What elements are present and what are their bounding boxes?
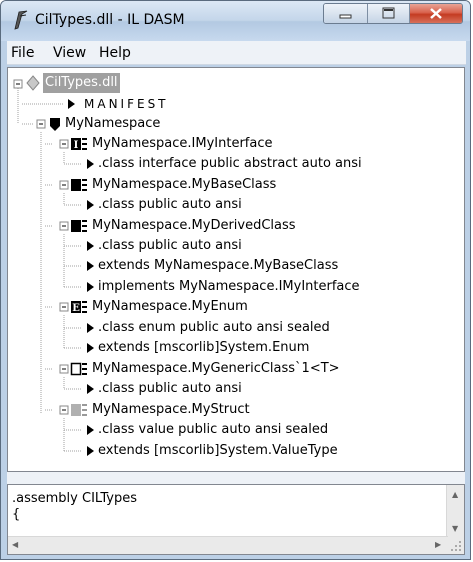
pane-splitter[interactable]	[7, 472, 465, 484]
manifest-label: MANIFEST	[84, 97, 169, 111]
manifest-arrow-icon	[68, 99, 75, 109]
menu-bar: File View Help	[7, 41, 466, 65]
type-label: MyNamespace.MyDerivedClass	[92, 218, 296, 233]
close-button[interactable]	[410, 4, 462, 23]
menu-view[interactable]: View	[53, 45, 86, 61]
member-label: .class value public auto ansi sealed	[98, 422, 329, 437]
namespace-shield-icon	[50, 118, 60, 131]
member-label: .class enum public auto ansi sealed	[98, 320, 330, 335]
window-title: CilTypes.dll - IL DASM	[35, 12, 185, 28]
member-arrow-icon	[87, 384, 94, 394]
member-arrow-icon	[87, 282, 94, 292]
member-arrow-icon	[87, 446, 94, 456]
type-label: MyNamespace.IMyInterface	[92, 136, 273, 151]
member-label: .class public auto ansi	[98, 238, 242, 253]
type-label: MyNamespace.MyBaseClass	[92, 177, 277, 192]
type-label: MyNamespace.MyStruct	[92, 402, 250, 417]
member-arrow-icon	[87, 200, 94, 210]
class-icon	[71, 179, 87, 191]
resize-grip-icon[interactable]	[447, 537, 464, 554]
minimize-icon	[339, 14, 352, 19]
grip-dots-icon	[451, 541, 461, 551]
tree-view[interactable]: CilTypes.dll MANIFEST MyNamespace I MyNa…	[7, 67, 465, 472]
code-line: .assembly CILTypes	[12, 491, 137, 506]
ildasm-window: CilTypes.dll - IL DASM File View Help Ci…	[0, 0, 471, 560]
svg-text:E: E	[72, 303, 80, 314]
menu-help[interactable]: Help	[99, 45, 131, 61]
scroll-left-arrow-icon[interactable]: ◀	[12, 541, 18, 549]
member-arrow-icon	[87, 261, 94, 271]
member-arrow-icon	[87, 159, 94, 169]
enum-icon: E	[71, 301, 87, 314]
member-label: .class public auto ansi	[98, 381, 242, 396]
member-label: extends [mscorlib]System.Enum	[98, 340, 310, 355]
member-label: implements MyNamespace.IMyInterface	[98, 279, 360, 294]
scroll-up-arrow-icon[interactable]: ▲	[452, 491, 458, 499]
code-line: {	[12, 507, 21, 522]
assembly-label: CilTypes.dll	[43, 73, 120, 93]
svg-text:I: I	[74, 140, 79, 151]
vertical-scrollbar[interactable]: ▲ ▼	[446, 485, 464, 538]
member-label: .class interface public abstract auto an…	[98, 156, 362, 171]
horizontal-scrollbar[interactable]: ◀ ▶	[8, 536, 448, 554]
title-bar[interactable]: CilTypes.dll - IL DASM	[1, 1, 470, 41]
il-code-pane[interactable]: .assembly CILTypes { ▲ ▼ ◀ ▶	[7, 484, 465, 555]
member-label: extends [mscorlib]System.ValueType	[98, 443, 338, 458]
member-label: .class public auto ansi	[98, 197, 242, 212]
member-arrow-icon	[87, 343, 94, 353]
maximize-icon	[382, 7, 395, 19]
class-icon	[71, 220, 87, 232]
interface-icon: I	[71, 138, 87, 151]
close-icon	[430, 8, 442, 19]
ildasm-app-icon	[14, 10, 28, 30]
member-arrow-icon	[87, 425, 94, 435]
type-label: MyNamespace.MyGenericClass`1<T>	[92, 361, 340, 376]
minimize-button[interactable]	[324, 4, 368, 23]
struct-icon	[71, 404, 87, 416]
scroll-right-arrow-icon[interactable]: ▶	[435, 541, 441, 549]
scroll-down-arrow-icon[interactable]: ▼	[452, 525, 458, 533]
assembly-diamond-icon	[26, 75, 40, 91]
maximize-button[interactable]	[368, 4, 410, 23]
member-label: extends MyNamespace.MyBaseClass	[98, 258, 339, 273]
generic-class-icon	[70, 362, 87, 376]
caption-buttons	[323, 3, 463, 24]
type-label: MyNamespace.MyEnum	[92, 299, 248, 314]
namespace-label: MyNamespace	[65, 116, 161, 131]
menu-file[interactable]: File	[11, 45, 34, 61]
member-arrow-icon	[87, 323, 94, 333]
member-arrow-icon	[87, 241, 94, 251]
